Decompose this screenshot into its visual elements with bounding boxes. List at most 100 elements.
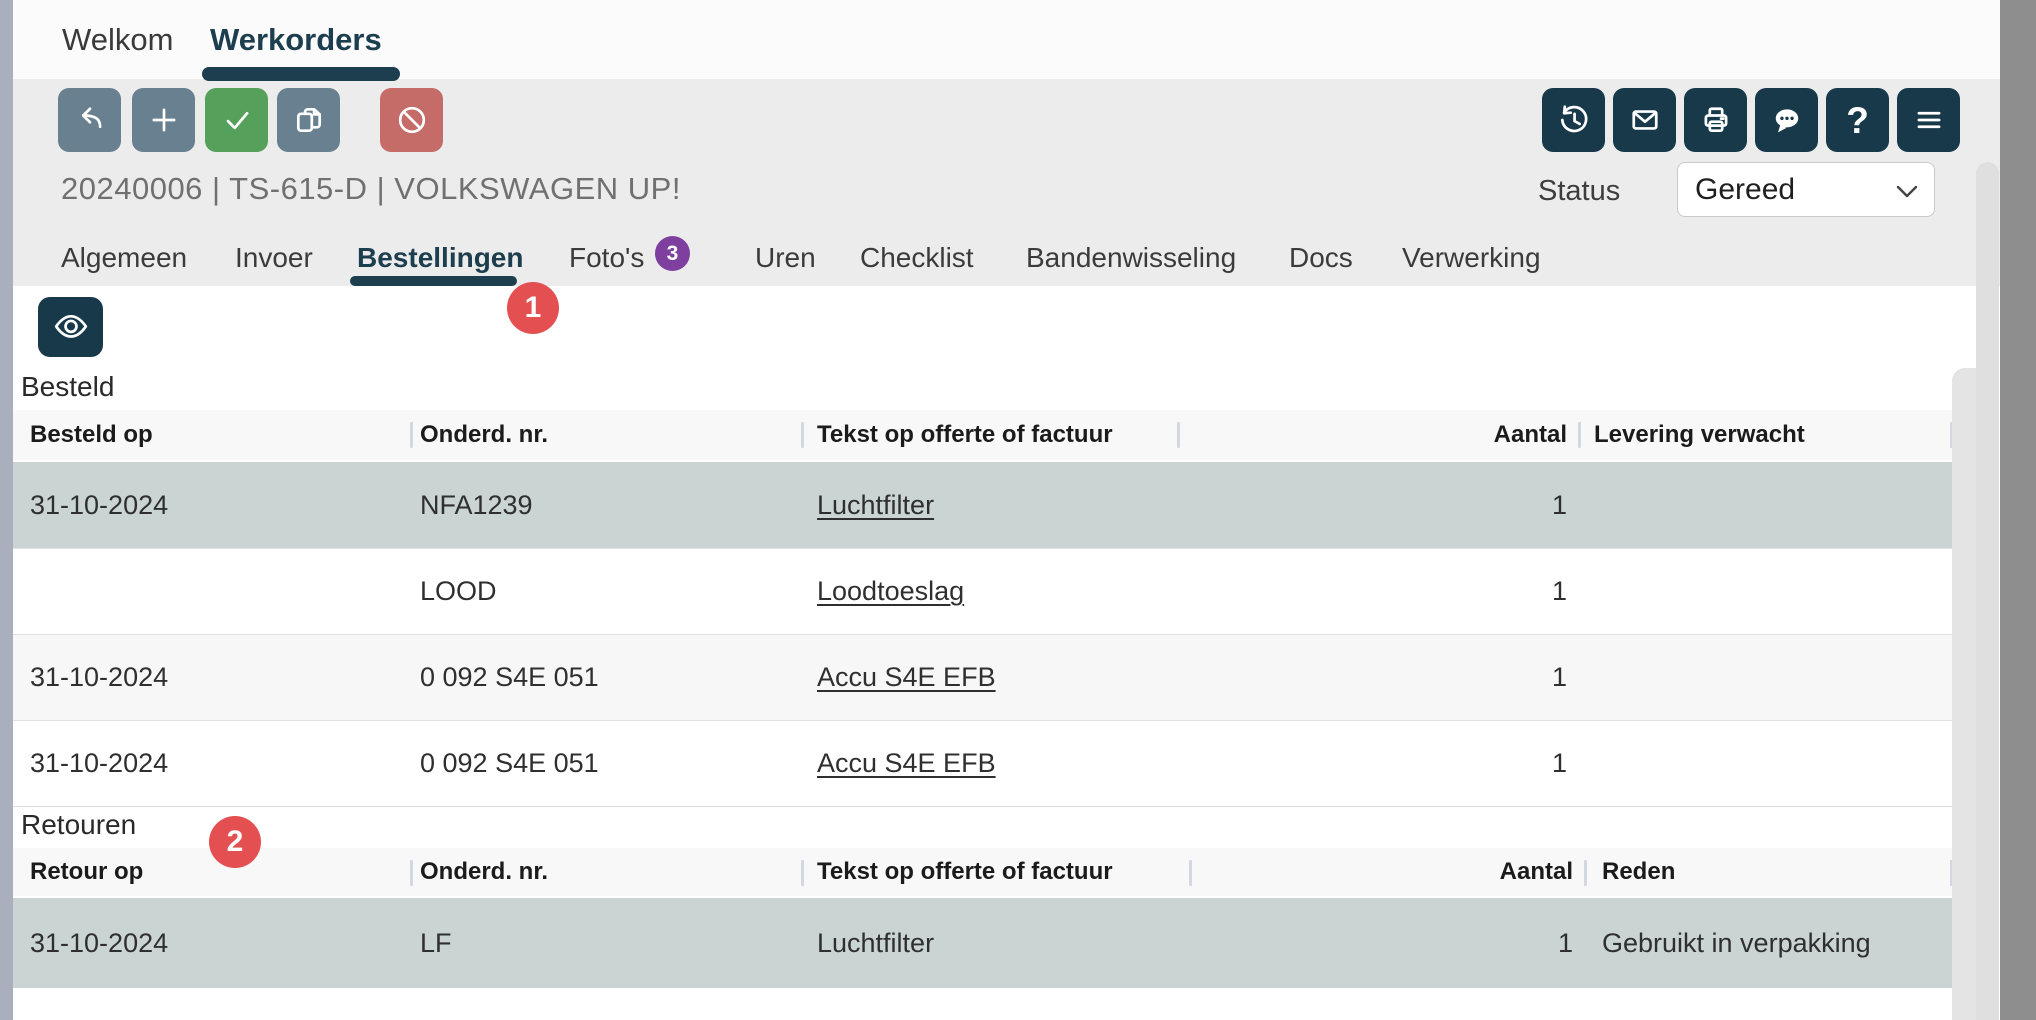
print-button[interactable] xyxy=(1684,88,1747,152)
view-button[interactable] xyxy=(38,297,103,357)
cell-onderd-nr: LOOD xyxy=(410,576,801,607)
header-divider xyxy=(1177,422,1180,448)
chat-button[interactable] xyxy=(1755,88,1818,152)
tab-docs[interactable]: Docs xyxy=(1289,241,1353,275)
history-icon xyxy=(1556,102,1592,138)
table-row[interactable]: 31-10-2024 0 092 S4E 051 Accu S4E EFB 1 xyxy=(13,634,1966,720)
cell-onderd-nr: 0 092 S4E 051 xyxy=(410,748,801,779)
column-header: Retour op xyxy=(13,858,410,886)
cell-retour-op: 31-10-2024 xyxy=(13,928,410,959)
besteld-heading: Besteld xyxy=(21,370,114,404)
column-header: Tekst op offerte of factuur xyxy=(801,421,1177,449)
column-header: Onderd. nr. xyxy=(410,858,801,886)
ban-icon xyxy=(394,102,430,138)
cell-aantal: 1 xyxy=(1189,928,1584,959)
active-subtab-underline xyxy=(350,276,517,286)
header-divider xyxy=(1189,860,1192,886)
check-icon xyxy=(219,102,255,138)
cell-onderd-nr: 0 092 S4E 051 xyxy=(410,662,801,693)
column-header: Onderd. nr. xyxy=(410,421,801,449)
tab-verwerking[interactable]: Verwerking xyxy=(1402,241,1541,275)
retouren-heading: Retouren xyxy=(21,808,136,842)
column-header: Aantal xyxy=(1177,421,1578,449)
email-button[interactable] xyxy=(1613,88,1676,152)
bestellingen-count-badge: 1 xyxy=(507,282,559,334)
menu-button[interactable] xyxy=(1897,88,1960,152)
status-label: Status xyxy=(1538,175,1620,208)
tab-algemeen[interactable]: Algemeen xyxy=(61,241,187,275)
header-divider xyxy=(801,422,804,448)
column-header: Tekst op offerte of factuur xyxy=(801,858,1189,886)
cell-besteld-op: 31-10-2024 xyxy=(13,748,410,779)
copy-button[interactable] xyxy=(277,88,340,152)
besteld-header-row: Besteld op Onderd. nr. Tekst op offerte … xyxy=(13,410,1966,460)
column-header: Besteld op xyxy=(13,421,410,449)
table-row[interactable]: 31-10-2024 LF Luchtfilter 1 Gebruikt in … xyxy=(13,898,1966,988)
header-divider xyxy=(1584,860,1587,886)
tab-welkom[interactable]: Welkom xyxy=(62,22,173,58)
cell-onderd-nr: LF xyxy=(410,928,801,959)
cell-aantal: 1 xyxy=(1177,576,1578,607)
besteld-table: Besteld op Onderd. nr. Tekst op offerte … xyxy=(13,410,1966,807)
header-divider xyxy=(410,422,413,448)
retouren-table: Retour op Onderd. nr. Tekst op offerte o… xyxy=(13,848,1966,988)
tab-invoer[interactable]: Invoer xyxy=(235,241,313,275)
copy-icon xyxy=(291,102,327,138)
status-select[interactable]: Gereed xyxy=(1677,162,1935,217)
cell-tekst: Luchtfilter xyxy=(801,928,1189,959)
help-button[interactable]: ? xyxy=(1826,88,1889,152)
cell-aantal: 1 xyxy=(1177,748,1578,779)
tab-uren[interactable]: Uren xyxy=(755,241,816,275)
chat-icon xyxy=(1769,102,1805,138)
cell-aantal: 1 xyxy=(1177,662,1578,693)
undo-icon xyxy=(72,102,108,138)
workorder-title: 20240006 | TS-615-D | VOLKSWAGEN UP! xyxy=(61,171,681,207)
retouren-rows: 31-10-2024 LF Luchtfilter 1 Gebruikt in … xyxy=(13,898,1966,988)
mail-icon xyxy=(1627,102,1663,138)
table-row[interactable]: 31-10-2024 0 092 S4E 051 Accu S4E EFB 1 xyxy=(13,720,1966,806)
header-divider xyxy=(1578,422,1581,448)
hamburger-icon xyxy=(1911,102,1947,138)
column-header: Aantal xyxy=(1189,858,1584,886)
chevron-down-icon xyxy=(1896,185,1918,198)
cell-link[interactable]: Loodtoeslag xyxy=(817,576,964,606)
header-divider xyxy=(801,860,804,886)
table-row[interactable]: LOOD Loodtoeslag 1 xyxy=(13,548,1966,634)
undo-button[interactable] xyxy=(58,88,121,152)
tab-checklist[interactable]: Checklist xyxy=(860,241,974,275)
tab-fotos[interactable]: Foto's xyxy=(569,241,644,275)
cell-link[interactable]: Luchtfilter xyxy=(817,490,934,520)
cell-onderd-nr: NFA1239 xyxy=(410,490,801,521)
status-value: Gereed xyxy=(1695,173,1795,207)
scrollbar-thumb-inner[interactable] xyxy=(1952,368,1977,1020)
right-gutter xyxy=(2000,0,2036,1020)
left-edge-strip xyxy=(0,0,13,1020)
history-button[interactable] xyxy=(1542,88,1605,152)
besteld-rows: 31-10-2024 NFA1239 Luchtfilter 1 LOOD Lo… xyxy=(13,462,1966,807)
retouren-count-badge: 2 xyxy=(209,816,261,868)
cell-besteld-op: 31-10-2024 xyxy=(13,662,410,693)
tab-bandenwisseling[interactable]: Bandenwisseling xyxy=(1026,241,1236,275)
confirm-button[interactable] xyxy=(205,88,268,152)
cell-besteld-op: 31-10-2024 xyxy=(13,490,410,521)
active-tab-underline xyxy=(202,67,400,81)
window-tab-bar: Welkom Werkorders xyxy=(13,0,2000,79)
question-icon: ? xyxy=(1846,102,1869,139)
header-divider xyxy=(410,860,413,886)
add-button[interactable] xyxy=(132,88,195,152)
cell-link[interactable]: Accu S4E EFB xyxy=(817,748,996,778)
cancel-button[interactable] xyxy=(380,88,443,152)
scrollbar-thumb-outer[interactable] xyxy=(1976,162,1999,1020)
fotos-count-badge: 3 xyxy=(655,236,690,271)
cell-link[interactable]: Accu S4E EFB xyxy=(817,662,996,692)
retouren-header-row: Retour op Onderd. nr. Tekst op offerte o… xyxy=(13,848,1966,896)
table-row[interactable]: 31-10-2024 NFA1239 Luchtfilter 1 xyxy=(13,462,1966,548)
app-window: Welkom Werkorders xyxy=(0,0,2036,1020)
eye-icon xyxy=(52,308,90,346)
toolbar: ? 20240006 | TS-615-D | VOLKSWAGEN UP! S… xyxy=(13,79,2000,286)
tab-bestellingen[interactable]: Bestellingen xyxy=(357,241,523,275)
tab-werkorders[interactable]: Werkorders xyxy=(210,22,382,58)
plus-icon xyxy=(146,102,182,138)
cell-aantal: 1 xyxy=(1177,490,1578,521)
column-header: Reden xyxy=(1584,858,1966,886)
